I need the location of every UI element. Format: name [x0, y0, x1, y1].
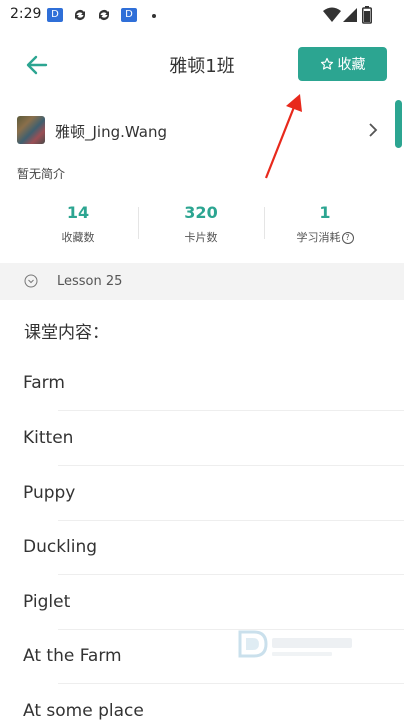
sync-icon — [75, 9, 85, 20]
status-bar: 2:29 D D — [0, 0, 404, 30]
divider — [58, 520, 404, 521]
help-icon[interactable]: ? — [341, 232, 354, 244]
stat-cards-value: 320 — [184, 203, 218, 222]
stat-favorites-label: 收藏数 — [61, 231, 95, 244]
stat-cost-value: 1 — [319, 203, 331, 222]
divider — [58, 465, 404, 466]
d-app-icon: D — [47, 8, 63, 22]
star-icon — [320, 57, 333, 70]
lesson-title: Lesson 25 — [57, 274, 123, 289]
author-bio: 暂无简介 — [17, 167, 66, 181]
divider — [58, 574, 404, 575]
divider — [58, 410, 404, 411]
author-row[interactable]: 雅顿_Jing.Wang — [0, 110, 404, 150]
favorite-button-label: 收藏 — [337, 57, 366, 73]
chevron-down-circle-icon[interactable] — [24, 274, 38, 288]
list-item[interactable]: Duckling — [23, 537, 97, 557]
list-item[interactable]: Piglet — [23, 592, 70, 612]
stat-cost-label: 学习消耗 — [296, 231, 341, 244]
notification-dot-icon — [152, 14, 156, 18]
d-app-icon: D — [121, 8, 137, 22]
favorite-button[interactable]: 收藏 — [298, 47, 387, 81]
list-item[interactable]: Kitten — [23, 428, 73, 448]
signal-icon — [343, 8, 357, 22]
stat-cost-label-wrap[interactable]: 学习消耗? — [265, 229, 385, 245]
status-time: 2:29 — [10, 6, 42, 22]
sync-icon — [99, 9, 109, 20]
list-item[interactable]: At some place — [23, 701, 144, 721]
list-item[interactable]: Farm — [23, 373, 65, 393]
battery-icon — [362, 6, 372, 24]
avatar — [17, 116, 45, 144]
author-name: 雅顿_Jing.Wang — [55, 123, 167, 141]
divider — [58, 683, 404, 684]
wifi-icon — [323, 7, 341, 22]
chevron-right-icon — [369, 123, 378, 137]
list-item[interactable]: At the Farm — [23, 646, 122, 666]
stat-favorites-value: 14 — [66, 203, 90, 222]
stat-cards-label: 卡片数 — [184, 231, 218, 244]
watermark-logo — [238, 630, 352, 658]
content-heading: 课堂内容： — [24, 323, 109, 343]
divider — [138, 207, 139, 239]
list-item[interactable]: Puppy — [23, 483, 75, 503]
